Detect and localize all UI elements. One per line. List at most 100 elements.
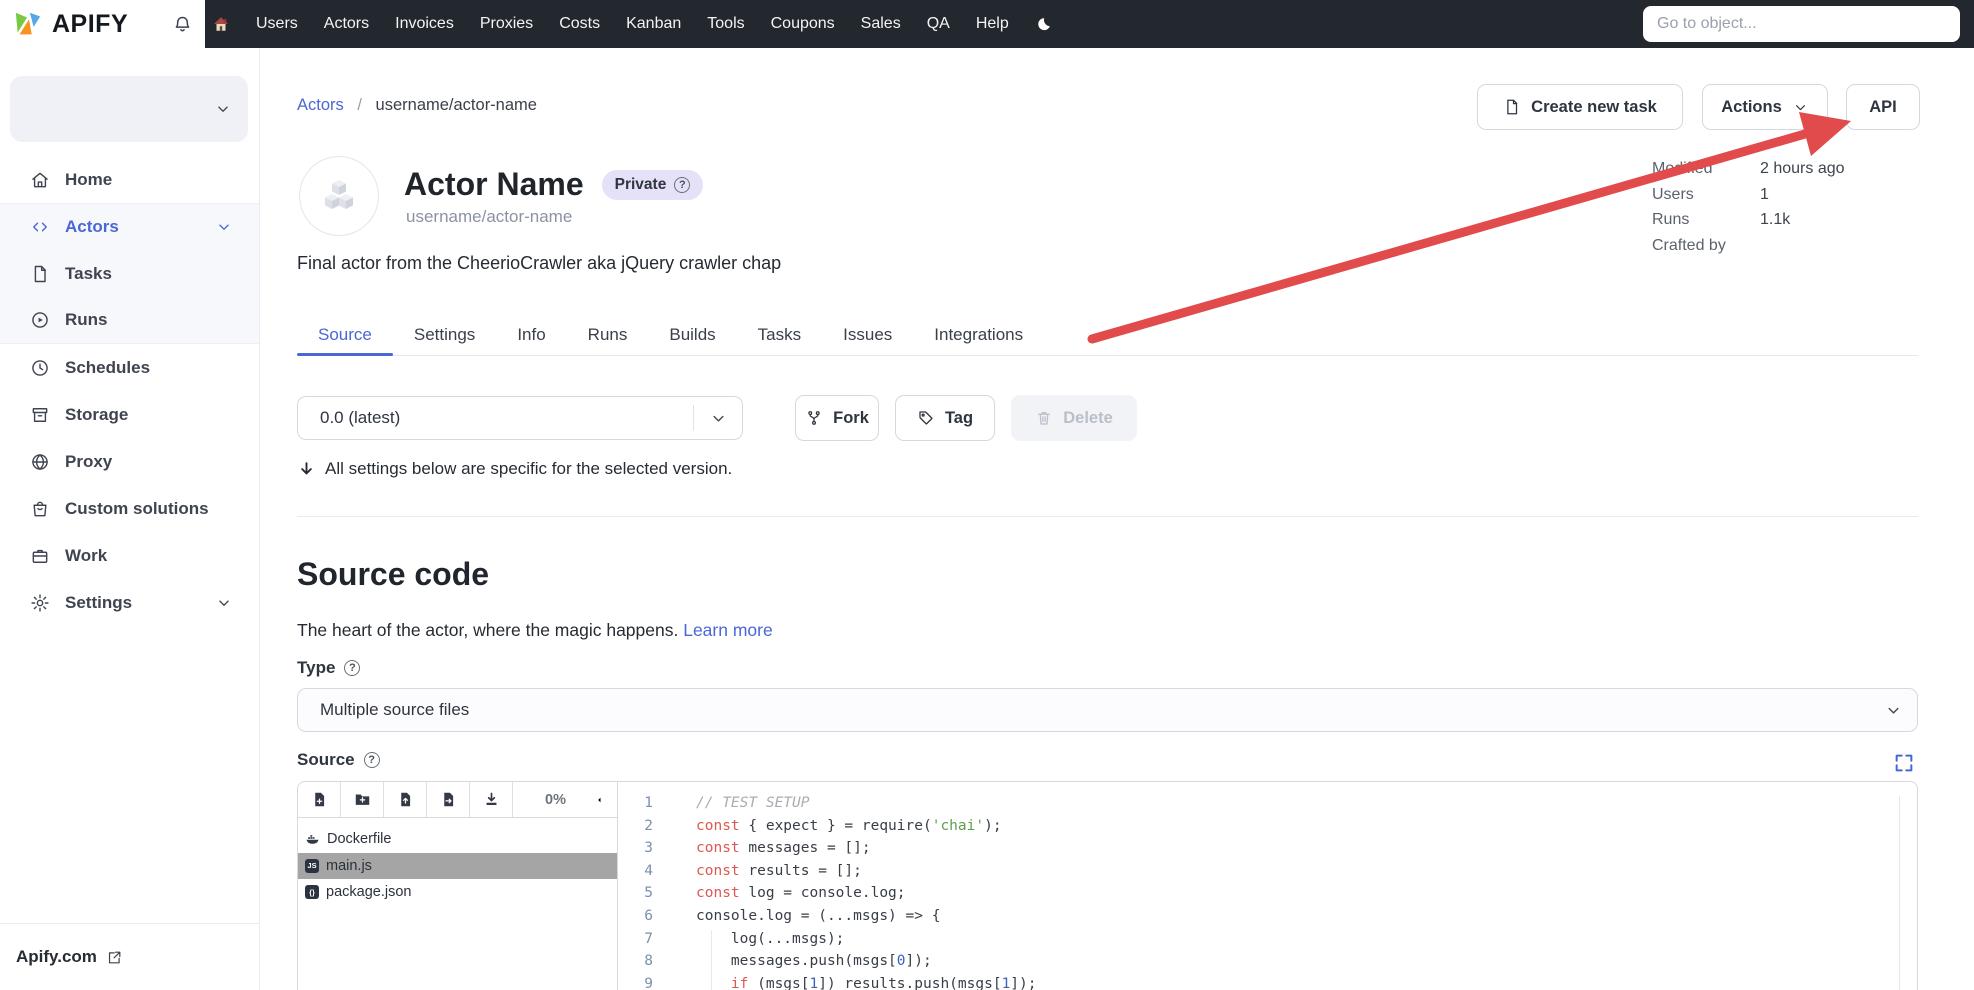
nav-item-sales[interactable]: Sales (861, 15, 901, 33)
collapse-panel-icon[interactable] (592, 792, 608, 808)
chevron-down-icon (215, 218, 233, 236)
sidebar-item-settings[interactable]: Settings (0, 579, 259, 626)
account-selector[interactable] (10, 76, 248, 142)
sidebar-item-work[interactable]: Work (0, 532, 259, 579)
tab-builds[interactable]: Builds (648, 315, 736, 355)
sidebar-item-label: Schedules (65, 358, 150, 378)
sidebar-item-storage[interactable]: Storage (0, 391, 259, 438)
nav-item-qa[interactable]: QA (927, 15, 950, 33)
actions-dropdown-button[interactable]: Actions (1702, 84, 1828, 130)
nav-item-invoices[interactable]: Invoices (395, 15, 454, 33)
tab-runs[interactable]: Runs (567, 315, 649, 355)
delete-button[interactable]: Delete (1011, 395, 1137, 441)
file-row-main-js[interactable]: JSmain.js (298, 853, 617, 880)
sidebar-item-label: Actors (65, 217, 119, 237)
bell-icon[interactable] (172, 14, 193, 35)
nav-item-actors[interactable]: Actors (324, 15, 369, 33)
chevron-down-icon (1792, 99, 1809, 116)
version-selected-value: 0.0 (latest) (320, 408, 400, 428)
line-number: 7 (619, 931, 653, 954)
version-note-text: All settings below are specific for the … (325, 459, 732, 479)
help-icon[interactable]: ? (364, 752, 380, 768)
sidebar-footer-link[interactable]: Apify.com (0, 923, 259, 990)
trash-icon (1035, 409, 1053, 427)
breadcrumb-actors-link[interactable]: Actors (297, 96, 344, 114)
new-file-button[interactable] (298, 782, 341, 817)
actor-title-row: Actor Name Private ? (404, 166, 703, 203)
js-file-icon: JS (305, 859, 319, 873)
source-type-select[interactable]: Multiple source files (297, 688, 1918, 732)
editor-scrollbar[interactable] (1899, 796, 1900, 990)
line-number: 8 (619, 953, 653, 976)
breadcrumb-separator: / (357, 96, 362, 114)
import-file-button[interactable] (427, 782, 470, 817)
list-icon[interactable] (522, 792, 538, 808)
tab-tasks[interactable]: Tasks (737, 315, 822, 355)
sidebar-item-schedules[interactable]: Schedules (0, 344, 259, 391)
tag-button[interactable]: Tag (895, 395, 995, 441)
fork-label: Fork (833, 409, 869, 428)
tab-source[interactable]: Source (297, 315, 393, 355)
code-pane[interactable]: 1// TEST SETUP2const { expect } = requir… (619, 782, 1917, 990)
fork-button[interactable]: Fork (795, 395, 879, 441)
actor-handle: username/actor-name (406, 207, 572, 227)
sidebar-item-actors[interactable]: Actors (0, 203, 259, 250)
api-button[interactable]: API (1846, 84, 1920, 130)
sidebar-item-label: Proxy (65, 452, 112, 472)
type-label: Type ? (297, 658, 360, 678)
new-folder-button[interactable] (341, 782, 384, 817)
nav-item-costs[interactable]: Costs (559, 15, 600, 33)
sidebar-item-runs[interactable]: Runs (0, 297, 259, 344)
tab-settings[interactable]: Settings (393, 315, 496, 355)
nav-item-tools[interactable]: Tools (707, 15, 744, 33)
line-number: 9 (619, 976, 653, 990)
line-number: 4 (619, 863, 653, 886)
nav-item-coupons[interactable]: Coupons (771, 15, 835, 33)
line-number: 3 (619, 840, 653, 863)
file-name: package.json (326, 884, 411, 900)
file-row-package-json[interactable]: {}package.json (298, 879, 617, 906)
logo-area[interactable]: APIFY (0, 0, 205, 48)
help-icon[interactable]: ? (674, 177, 690, 193)
code-lines: 1// TEST SETUP2const { expect } = requir… (619, 782, 1917, 990)
zoom-level[interactable]: 0% (545, 792, 566, 808)
sidebar-item-proxy[interactable]: Proxy (0, 438, 259, 485)
tag-icon (917, 409, 935, 427)
nav-item-kanban[interactable]: Kanban (626, 15, 681, 33)
file-row-dockerfile[interactable]: Dockerfile (298, 826, 617, 853)
file-tree-pane: 0% DockerfileJSmain.js{}package.json (298, 782, 618, 990)
select-divider (693, 405, 694, 431)
apify-logo-icon (13, 9, 43, 39)
gear-icon (30, 593, 50, 613)
download-button[interactable] (470, 782, 513, 817)
chevron-down-icon (709, 409, 728, 428)
nav-item-users[interactable]: Users (256, 15, 298, 33)
nav-item-help[interactable]: Help (976, 15, 1009, 33)
learn-more-link[interactable]: Learn more (683, 620, 773, 640)
house-icon[interactable] (212, 15, 230, 33)
file-icon (30, 264, 50, 284)
cubes-icon (317, 174, 361, 218)
external-link-icon (106, 949, 123, 966)
footer-link-label: Apify.com (16, 947, 97, 967)
create-new-task-button[interactable]: Create new task (1477, 84, 1683, 130)
meta-value: 1.1k (1760, 211, 1790, 237)
moon-dark-mode-icon[interactable] (1035, 16, 1052, 33)
file-plus-icon (311, 791, 328, 808)
code-line: 6console.log = (...msgs) => { (619, 908, 1917, 931)
sidebar-item-tasks[interactable]: Tasks (0, 250, 259, 297)
fullscreen-icon[interactable] (1893, 752, 1915, 774)
tab-issues[interactable]: Issues (822, 315, 913, 355)
nav-item-proxies[interactable]: Proxies (480, 15, 533, 33)
topbar-menu: Users Actors Invoices Proxies Costs Kanban Too… (256, 15, 1009, 33)
upload-file-button[interactable] (384, 782, 427, 817)
tab-info[interactable]: Info (496, 315, 566, 355)
help-icon[interactable]: ? (344, 660, 360, 676)
tab-integrations[interactable]: Integrations (913, 315, 1044, 355)
code-line: 1// TEST SETUP (619, 795, 1917, 818)
indent-guide (711, 930, 712, 990)
sidebar-item-custom-solutions[interactable]: Custom solutions (0, 485, 259, 532)
global-search-input[interactable] (1643, 6, 1960, 42)
sidebar-item-home[interactable]: Home (0, 156, 259, 203)
version-select[interactable]: 0.0 (latest) (297, 396, 743, 440)
